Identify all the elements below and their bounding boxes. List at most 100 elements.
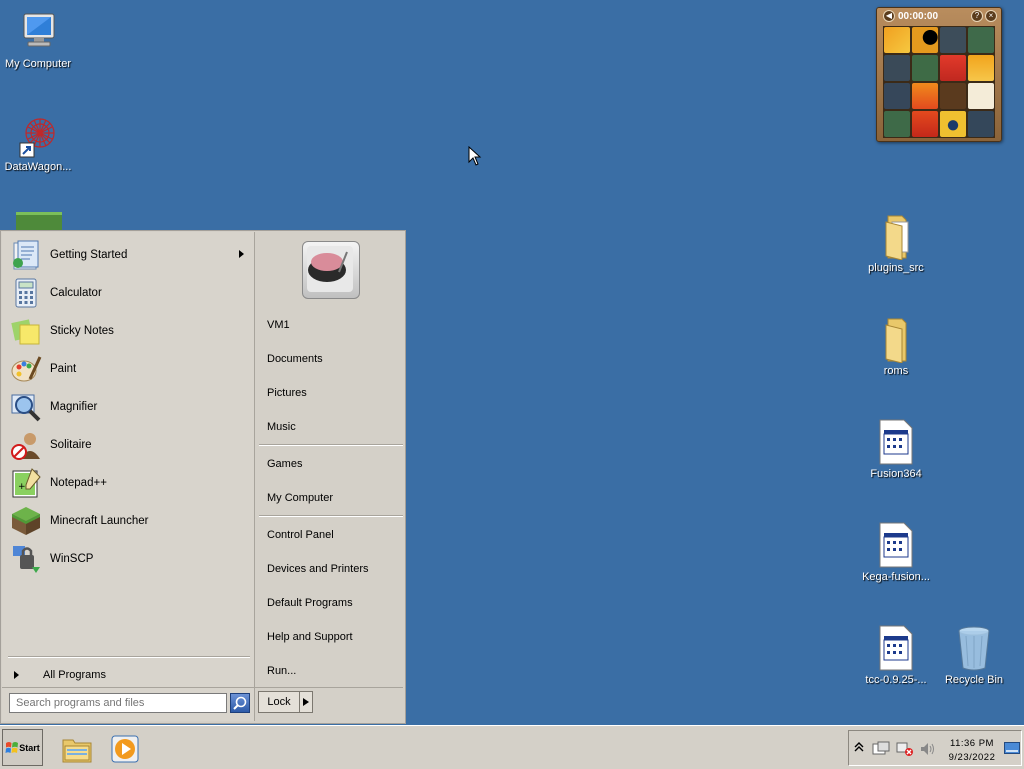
sticky-notes-icon (10, 315, 42, 347)
puzzle-timer: 00:00:00 (898, 10, 939, 22)
puzzle-tile[interactable] (884, 111, 910, 137)
search-icon[interactable] (230, 693, 250, 713)
clock-date: 9/23/2022 (948, 752, 996, 763)
desktop-icon-datawagon[interactable]: DataWagon... (0, 111, 76, 174)
desktop-icon-roms[interactable]: roms (858, 315, 934, 378)
computer-icon (14, 8, 62, 56)
puzzle-tile[interactable] (912, 27, 938, 53)
all-programs-label: All Programs (43, 669, 106, 681)
puzzle-shuffle-button[interactable]: × (985, 10, 997, 22)
program-notepad-plus-plus[interactable]: ++ Notepad++ (10, 465, 250, 501)
desktop-icon-fusion364[interactable]: Fusion364 (858, 418, 934, 481)
lock-label: Lock (259, 692, 300, 712)
puzzle-tile[interactable] (940, 83, 966, 109)
taskbar-file-explorer[interactable] (59, 730, 95, 766)
link-devices-and-printers[interactable]: Devices and Printers (267, 563, 369, 575)
picture-puzzle-gadget[interactable]: ◀ 00:00:00 ? × (876, 7, 1002, 142)
all-programs-arrow-icon (14, 671, 19, 679)
link-control-panel[interactable]: Control Panel (267, 529, 334, 541)
all-programs-button[interactable]: All Programs (10, 665, 250, 685)
program-label: Getting Started (50, 249, 128, 261)
program-label: Calculator (50, 287, 102, 299)
program-label: Solitaire (50, 439, 92, 451)
puzzle-tile[interactable] (912, 83, 938, 109)
solitaire-icon (10, 429, 42, 461)
desktop-icon-label: tcc-0.9.25-... (865, 674, 927, 686)
desktop-icon-kega-fusion[interactable]: Kega-fusion... (858, 521, 934, 584)
show-desktop-icon[interactable] (1004, 742, 1020, 754)
link-documents[interactable]: Documents (267, 353, 323, 365)
link-music[interactable]: Music (267, 421, 296, 433)
program-minecraft-launcher[interactable]: Minecraft Launcher (10, 503, 250, 539)
start-label: Start (19, 742, 40, 753)
network-disconnected-icon[interactable] (896, 741, 914, 757)
search-separator (2, 687, 254, 688)
recycle-bin-icon (950, 624, 998, 672)
shutdown-options-arrow-icon[interactable] (300, 692, 312, 712)
program-winscp[interactable]: WinSCP (10, 541, 250, 577)
show-hidden-icons-icon[interactable] (854, 742, 864, 752)
desktop-icon-label: DataWagon... (4, 161, 72, 173)
program-calculator[interactable]: Calculator (10, 275, 250, 311)
program-file-icon (872, 521, 920, 569)
puzzle-tile[interactable] (968, 111, 994, 137)
desktop-icon-label: roms (883, 365, 909, 377)
link-games[interactable]: Games (267, 458, 302, 470)
link-run[interactable]: Run... (267, 665, 296, 677)
puzzle-tile[interactable] (968, 27, 994, 53)
start-button[interactable]: Start (2, 729, 43, 766)
lock-separator (255, 687, 403, 688)
desktop-icon-my-computer[interactable]: My Computer (0, 8, 76, 71)
magnifier-icon (10, 391, 42, 423)
puzzle-tile[interactable] (940, 27, 966, 53)
puzzle-tile[interactable] (912, 111, 938, 137)
desktop-icon-label: My Computer (4, 58, 72, 70)
puzzle-tile[interactable] (884, 27, 910, 53)
puzzle-tile[interactable] (912, 55, 938, 81)
windows-logo-icon (5, 741, 19, 753)
calculator-icon (10, 277, 42, 309)
puzzle-tile[interactable] (940, 111, 966, 137)
taskbar: Start 11:36 PM 9/23/2022 (0, 725, 1024, 769)
puzzle-toolbar: ◀ 00:00:00 ? × (877, 8, 1001, 24)
puzzle-tile[interactable] (968, 55, 994, 81)
notification-area: 11:36 PM 9/23/2022 (848, 730, 1022, 766)
places-separator (259, 444, 403, 446)
volume-icon[interactable] (919, 741, 937, 757)
puzzle-help-button[interactable]: ? (971, 10, 983, 22)
program-getting-started[interactable]: Getting Started (10, 237, 250, 273)
action-center-icon[interactable] (872, 741, 890, 757)
link-vm1[interactable]: VM1 (267, 319, 290, 331)
folder-icon (872, 212, 920, 261)
lock-button[interactable]: Lock (258, 691, 313, 713)
link-pictures[interactable]: Pictures (267, 387, 307, 399)
datawagon-icon (14, 111, 62, 159)
paint-icon (10, 353, 42, 385)
program-label: Sticky Notes (50, 325, 114, 337)
desktop-icon-plugins-src[interactable]: plugins_src (858, 212, 934, 275)
file-explorer-icon (62, 739, 92, 763)
desktop-icon-tcc[interactable]: tcc-0.9.25-... (858, 624, 934, 687)
program-magnifier[interactable]: Magnifier (10, 389, 250, 425)
puzzle-tile[interactable] (940, 55, 966, 81)
link-help-and-support[interactable]: Help and Support (267, 631, 353, 643)
winscp-icon (10, 543, 42, 575)
program-sticky-notes[interactable]: Sticky Notes (10, 313, 250, 349)
desktop-icon-recycle-bin[interactable]: Recycle Bin (936, 624, 1012, 687)
mouse-cursor-icon (468, 146, 482, 166)
user-picture[interactable] (302, 241, 360, 299)
clock[interactable]: 11:36 PM 9/23/2022 (941, 737, 1003, 765)
link-my-computer[interactable]: My Computer (267, 492, 333, 504)
puzzle-tile[interactable] (884, 55, 910, 81)
submenu-arrow-icon (239, 250, 244, 258)
puzzle-tile[interactable] (884, 83, 910, 109)
clock-time: 11:36 PM (950, 738, 994, 749)
start-search-input[interactable] (9, 693, 227, 713)
link-default-programs[interactable]: Default Programs (267, 597, 353, 609)
puzzle-show-picture-icon[interactable]: ◀ (883, 10, 895, 22)
puzzle-tile[interactable] (968, 83, 994, 109)
program-paint[interactable]: Paint (10, 351, 250, 387)
program-solitaire[interactable]: Solitaire (10, 427, 250, 463)
taskbar-media-player[interactable] (110, 734, 140, 764)
notepad-plus-icon: ++ (10, 467, 42, 499)
